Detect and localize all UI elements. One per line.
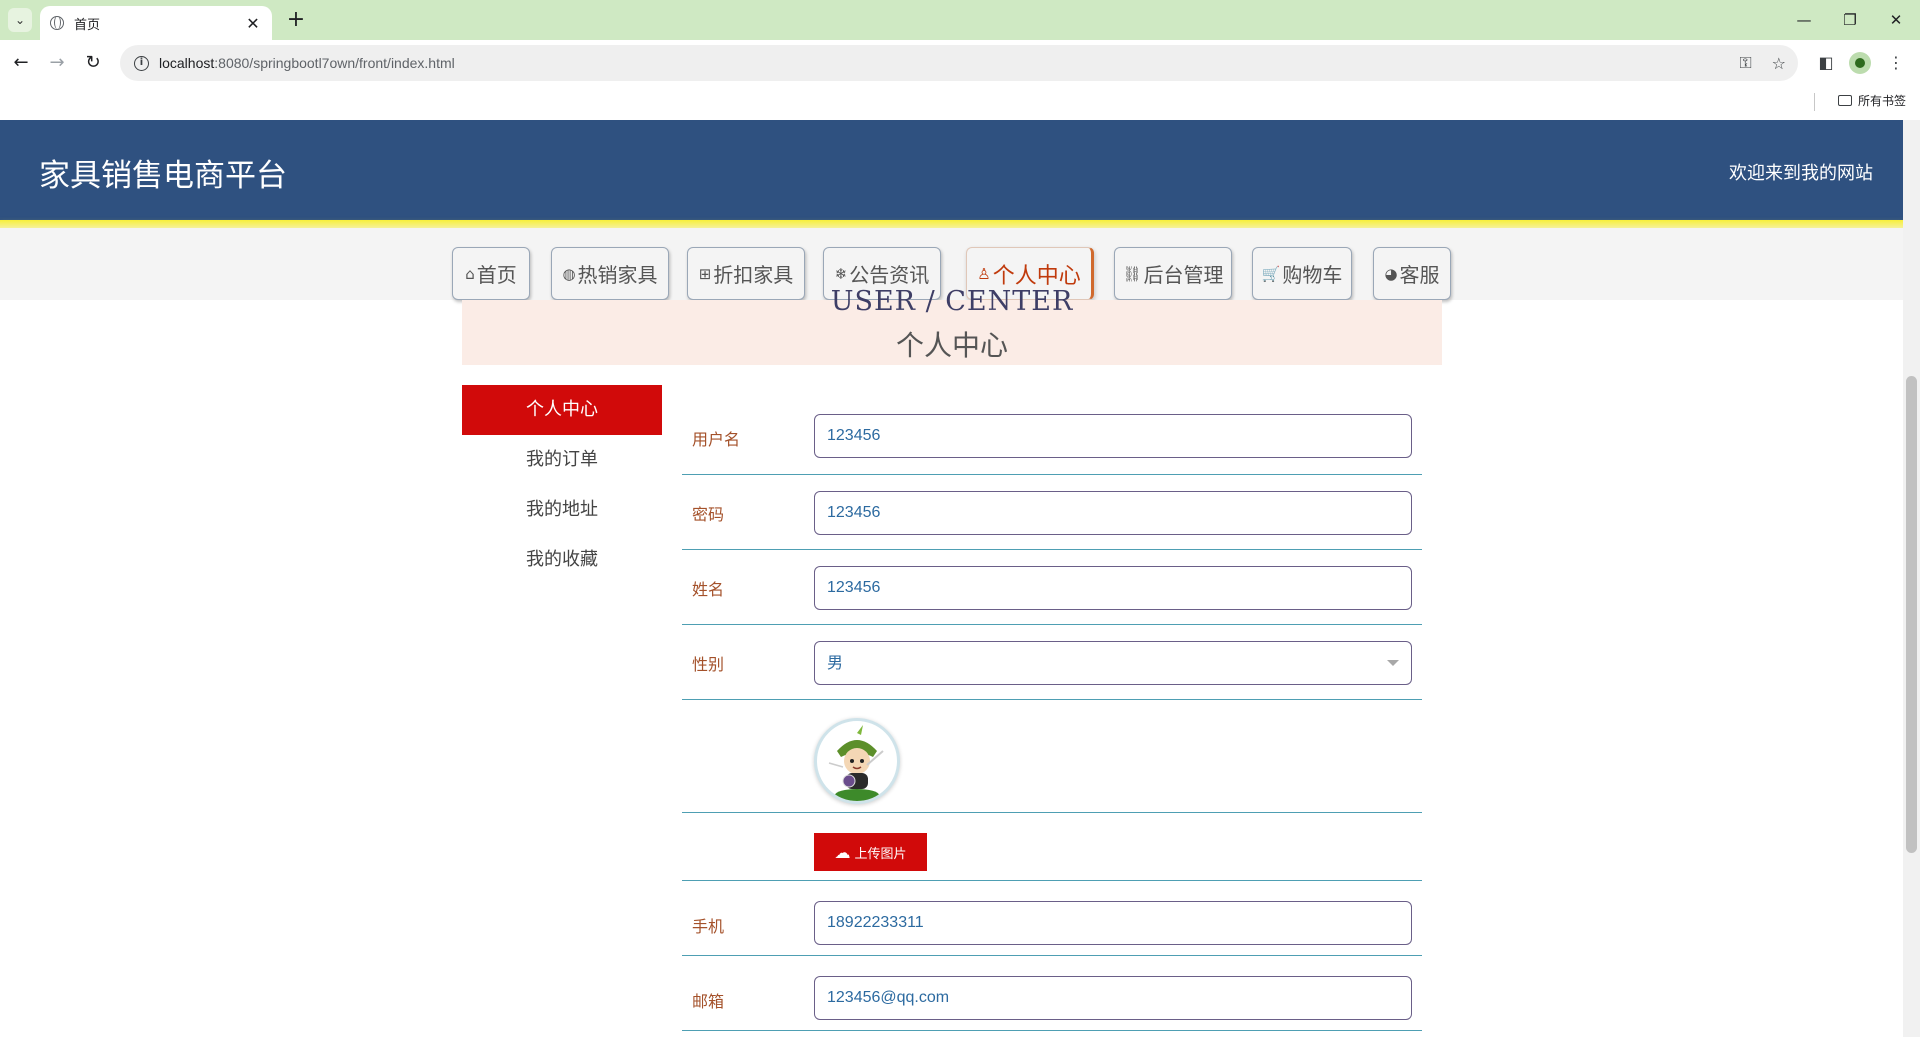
form-row-phone: 手机 18922233311 [682, 881, 1422, 956]
window-close-icon[interactable]: ✕ [1876, 6, 1916, 34]
nav-label: 后台管理 [1143, 263, 1224, 287]
page-scrollbar[interactable] [1903, 120, 1920, 1037]
new-tab-plus-icon[interactable]: + [282, 7, 310, 35]
home-icon: ⌂ [465, 264, 475, 283]
profile-avatar-icon[interactable] [1849, 52, 1871, 74]
link-icon: ⛓ [1122, 264, 1142, 283]
url-path: :8080/springbootl7own/front/index.html [214, 55, 455, 71]
bookmarks-separator [1814, 93, 1815, 111]
restore-icon[interactable]: ❐ [1830, 6, 1870, 34]
banner-title-cn: 个人中心 [895, 329, 1008, 362]
header-accent-strip [0, 220, 1903, 228]
browser-tab[interactable]: 首页 ✕ [40, 6, 272, 40]
welcome-text: 欢迎来到我的网站 [1729, 163, 1873, 184]
nav-label: 个人中心 [992, 263, 1081, 289]
side-item-my-address[interactable]: 我的地址 [462, 485, 662, 535]
nav-label: 折扣家具 [713, 263, 794, 287]
banner-title-en: USER / CENTER [830, 286, 1074, 317]
nav-label: 首页 [476, 263, 517, 287]
email-input[interactable]: 123456@qq.com [814, 976, 1412, 1020]
dropdown-arrow-icon [1387, 660, 1399, 666]
side-item-my-orders[interactable]: 我的订单 [462, 435, 662, 485]
side-item-user-center[interactable]: 个人中心 [462, 385, 662, 435]
form-row-password: 密码 123456 [682, 475, 1422, 550]
cart-icon: 🛒 [1261, 264, 1281, 283]
form-row-avatar [682, 700, 1422, 813]
username-input[interactable]: 123456 [814, 414, 1412, 458]
upload-button-label: 上传图片 [854, 846, 907, 862]
username-label: 用户名 [692, 430, 741, 449]
password-key-icon[interactable]: ⚿ [1739, 53, 1751, 73]
form-row-upload: ☁ 上传图片 [682, 813, 1422, 881]
site-header: 家具销售电商平台 欢迎来到我的网站 [0, 120, 1920, 220]
gender-selected-value: 男 [827, 653, 844, 672]
forward-arrow-icon[interactable]: → [42, 48, 72, 78]
reload-icon[interactable]: ↻ [78, 48, 108, 78]
password-input[interactable]: 123456 [814, 491, 1412, 535]
profile-form: 用户名 123456 密码 123456 姓名 123456 性别 男 ☁ 上传… [682, 400, 1422, 1031]
tab-close-icon[interactable]: ✕ [244, 14, 262, 33]
service-icon: ◕ [1384, 264, 1398, 283]
all-bookmarks-label: 所有书签 [1857, 94, 1906, 108]
gender-label: 性别 [692, 655, 725, 674]
avatar-character-icon [828, 725, 884, 801]
tab-title: 首页 [74, 17, 101, 33]
form-row-name: 姓名 123456 [682, 550, 1422, 625]
site-title: 家具销售电商平台 [39, 158, 287, 194]
page-viewport: 家具销售电商平台 欢迎来到我的网站 ⌂ 首页 ◍ 热销家具 ⊞ 折扣家具 ❄ 公告资讯 … [0, 120, 1920, 1037]
name-label: 姓名 [692, 580, 725, 599]
url-host: localhost [159, 55, 215, 71]
phone-label: 手机 [692, 917, 725, 936]
section-banner: USER / CENTER 个人中心 [462, 286, 1442, 365]
password-label: 密码 [692, 505, 725, 524]
globe-icon: ◍ [562, 264, 576, 283]
bookmark-star-icon[interactable]: ☆ [1772, 54, 1786, 73]
upload-image-button[interactable]: ☁ 上传图片 [814, 833, 927, 871]
minimize-icon[interactable]: — [1784, 6, 1824, 34]
name-input[interactable]: 123456 [814, 566, 1412, 610]
tab-search-chevron-icon[interactable]: ⌄ [8, 8, 32, 32]
globe-icon [50, 16, 64, 30]
snowflake-icon: ❄ [834, 264, 848, 283]
gender-select[interactable]: 男 [814, 641, 1412, 685]
avatar [814, 718, 900, 804]
phone-input[interactable]: 18922233311 [814, 901, 1412, 945]
user-icon: ♙ [977, 264, 991, 283]
browser-tab-strip: ⌄ 首页 ✕ + — ❐ ✕ [0, 0, 1920, 40]
folder-icon [1837, 95, 1852, 106]
site-info-icon[interactable]: i [134, 55, 149, 71]
nav-label: 热销家具 [577, 263, 658, 287]
bookmarks-bar: 所有书签 [0, 86, 1920, 120]
grid-icon: ⊞ [698, 264, 712, 283]
nav-label: 客服 [1399, 263, 1440, 287]
all-bookmarks-button[interactable]: 所有书签 [1837, 92, 1906, 109]
form-row-email: 邮箱 123456@qq.com [682, 956, 1422, 1031]
cloud-upload-icon: ☁ [834, 842, 851, 862]
scrollbar-thumb[interactable] [1906, 376, 1917, 853]
email-label: 邮箱 [692, 992, 725, 1011]
address-bar[interactable]: i localhost:8080/springbootl7own/front/i… [120, 45, 1798, 81]
side-panel-icon[interactable]: ◧ [1815, 52, 1837, 74]
nav-label: 公告资讯 [849, 263, 930, 287]
more-menu-icon[interactable]: ⋮ [1885, 52, 1907, 74]
form-row-gender: 性别 男 [682, 625, 1422, 700]
side-item-my-favorites[interactable]: 我的收藏 [462, 535, 662, 585]
user-side-menu: 个人中心 我的订单 我的地址 我的收藏 [462, 385, 662, 585]
form-row-username: 用户名 123456 [682, 400, 1422, 475]
back-arrow-icon[interactable]: ← [6, 48, 36, 78]
browser-toolbar: ← → ↻ i localhost:8080/springbootl7own/f… [0, 40, 1920, 86]
nav-label: 购物车 [1282, 263, 1343, 287]
